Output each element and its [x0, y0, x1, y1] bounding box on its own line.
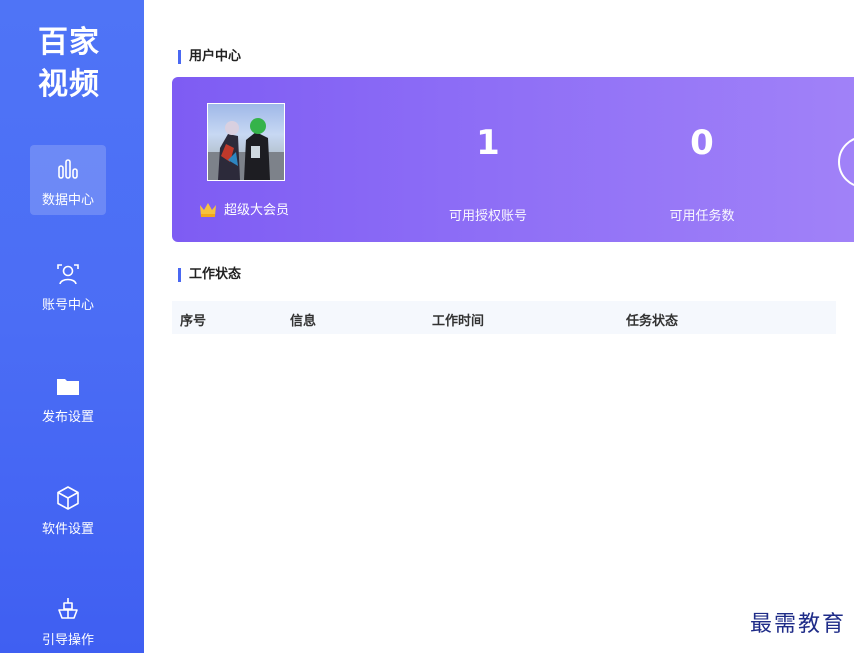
member-level: 超级大会员 [198, 199, 289, 218]
folder-icon [57, 379, 79, 395]
avatar[interactable] [207, 103, 285, 181]
section-title-user-center: 用户中心 [178, 50, 241, 64]
sidebar: 百家 视频 数据中心 账号中心 发布设置 软件设置 引导操作 [0, 0, 144, 653]
brand-line-1: 百家 [38, 25, 100, 60]
column-header-work-time: 工作时间 [432, 314, 485, 329]
stat-authorized-accounts: 1 可用授权账号 [408, 123, 568, 224]
watermark: 最需教育 [749, 612, 846, 637]
stat-value: 1 [476, 123, 500, 163]
main-content: 用户中心 超级大会员 1 可用授权账号 0 可用任务数 工作状态 序号 信息 工… [144, 0, 854, 653]
column-header-info: 信息 [290, 314, 317, 329]
sidebar-item-label: 软件设置 [41, 522, 94, 537]
column-header-task-status: 任务状态 [626, 314, 679, 329]
avatar-image [208, 118, 284, 180]
stat-label: 可用任务数 [669, 209, 735, 224]
user-card: 超级大会员 1 可用授权账号 0 可用任务数 [172, 77, 854, 242]
bar-chart-icon [58, 159, 78, 179]
sidebar-item-label: 数据中心 [41, 193, 94, 208]
stat-value: 0 [690, 123, 714, 163]
section-title-work-status: 工作状态 [178, 268, 241, 282]
crown-icon [200, 202, 216, 217]
sidebar-item-guide[interactable]: 引导操作 [30, 585, 106, 655]
sidebar-item-label: 发布设置 [41, 410, 94, 425]
table-header: 序号 信息 工作时间 任务状态 [172, 301, 836, 334]
sidebar-item-software-settings[interactable]: 软件设置 [30, 474, 106, 544]
app-logo: 百家 视频 [0, 22, 138, 106]
stat-label: 可用授权账号 [448, 209, 527, 224]
sidebar-item-data-center[interactable]: 数据中心 [30, 145, 106, 215]
brand-line-2: 视频 [38, 67, 100, 102]
sidebar-item-label: 引导操作 [41, 633, 94, 648]
cube-icon [57, 486, 79, 510]
sidebar-item-account-center[interactable]: 账号中心 [30, 250, 106, 320]
member-label: 超级大会员 [224, 203, 290, 218]
user-scan-icon [57, 264, 79, 285]
sidebar-item-publish-settings[interactable]: 发布设置 [30, 362, 106, 432]
column-header-index: 序号 [180, 314, 207, 329]
ship-icon [58, 598, 78, 619]
stat-available-tasks: 0 可用任务数 [622, 123, 782, 224]
circle-action-button[interactable] [838, 136, 854, 188]
sidebar-item-label: 账号中心 [41, 298, 94, 313]
